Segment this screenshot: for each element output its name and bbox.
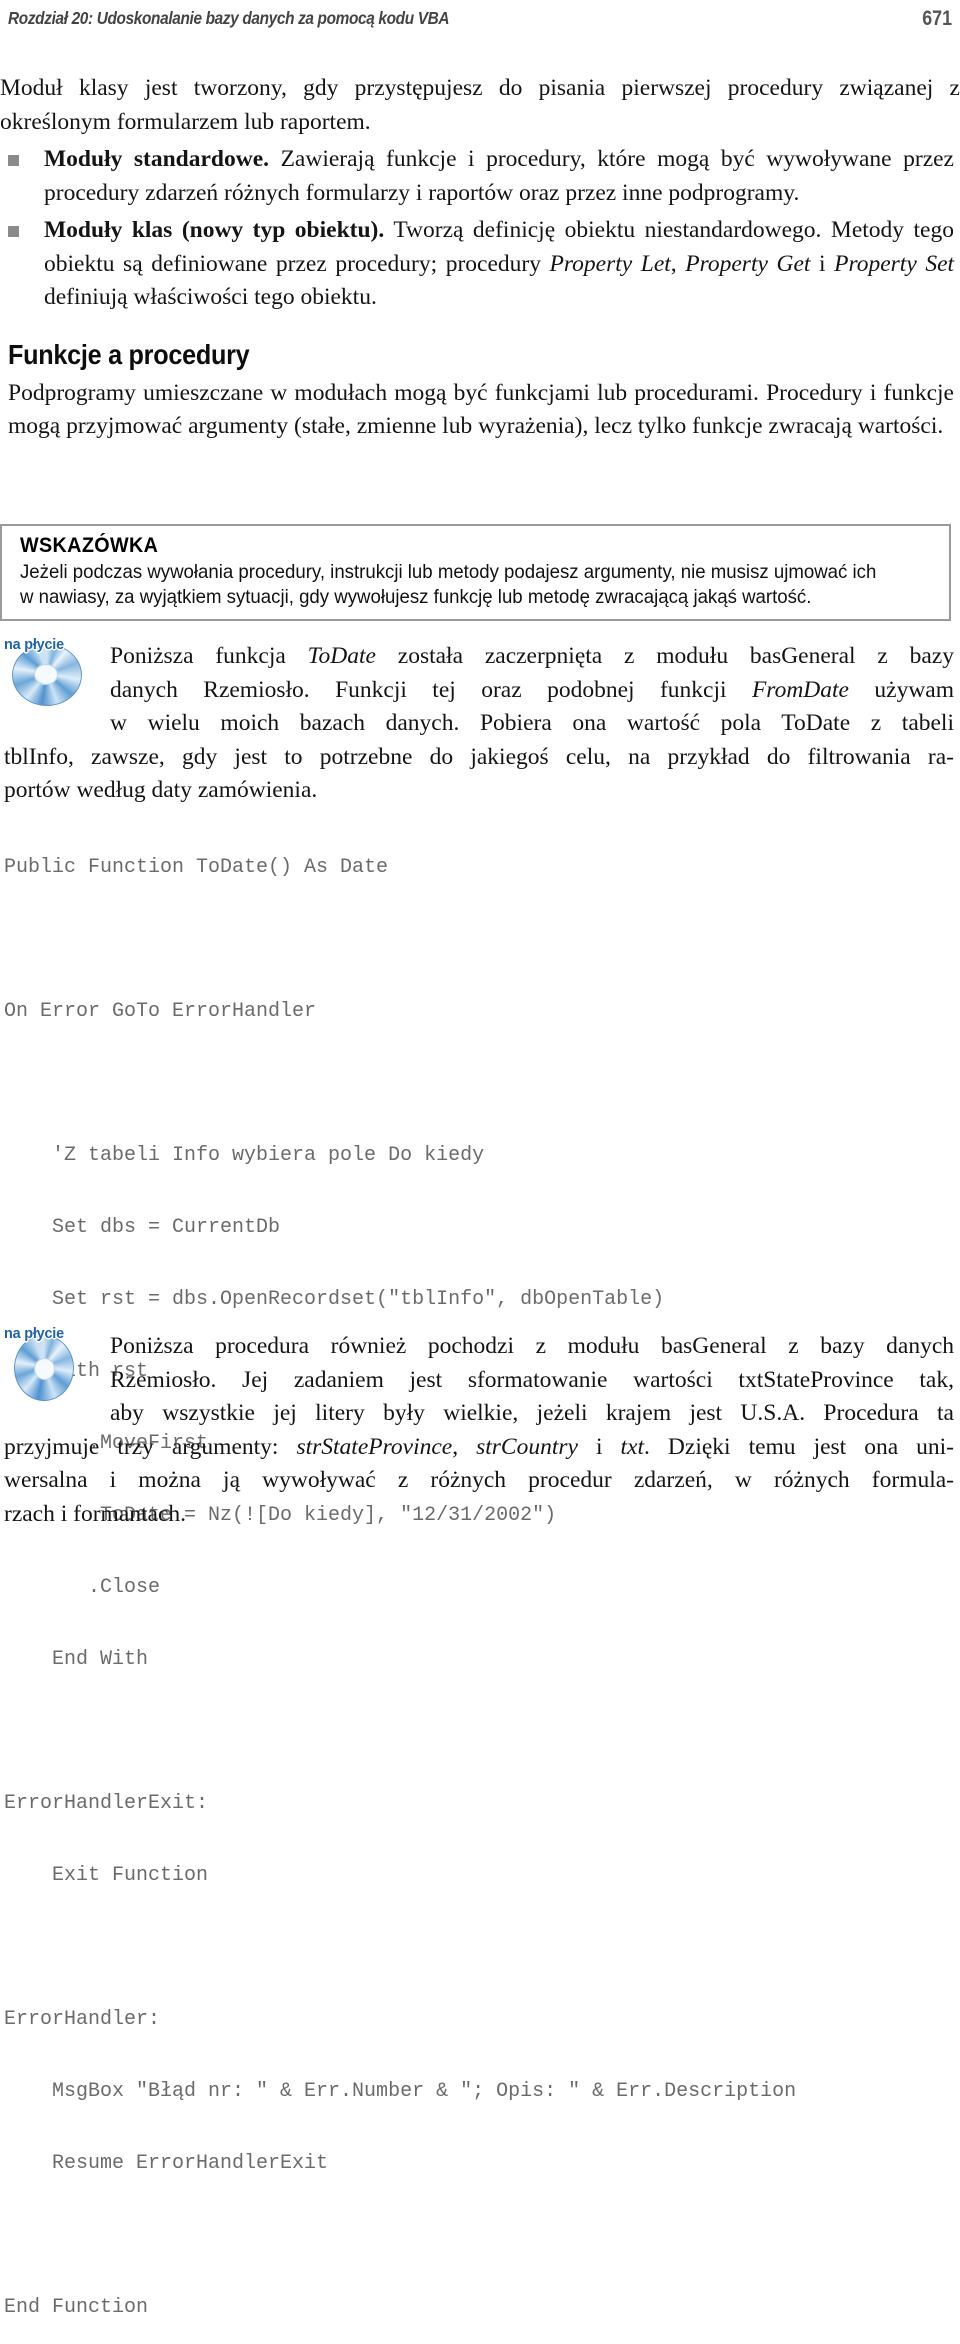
- cd-note-paragraph-1: Poniższa funkcja ToDate została zaczerpn…: [0, 640, 960, 808]
- tip-line-1: Jeżeli podczas wywołania procedury, inst…: [20, 561, 877, 583]
- code-line: MsgBox "Błąd nr: " & Err.Number & "; Opi…: [4, 2080, 797, 2103]
- cd1-line-5: portów według daty zamówienia.: [4, 777, 318, 803]
- code-listing: Public Function ToDate() As Date On Erro…: [4, 808, 796, 2344]
- term-property-let: Property Let: [549, 250, 671, 277]
- cd2-line-3: aby wszystkie jej litery były wielkie, j…: [110, 1400, 954, 1426]
- code-line: End Function: [4, 2296, 149, 2319]
- bullet-lead: Moduły standardowe.: [44, 146, 270, 172]
- code-line: .Close: [4, 1576, 161, 1599]
- term-property-get: Property Get: [685, 250, 811, 277]
- code-line: On Error GoTo ErrorHandler: [4, 1000, 317, 1023]
- cd2-line-5: wersalna i można ją wywoływać z różnych …: [4, 1467, 954, 1493]
- section-paragraph: Podprogramy umieszczane w modułach mogą …: [8, 379, 954, 440]
- cd2-line-2: Rzemiosło. Jej zadaniem jest sformatowan…: [110, 1366, 954, 1393]
- list-item: Moduły standardowe. Zawierają funkcje i …: [8, 143, 954, 210]
- main-content: Moduł klasy jest tworzony, gdy przystępu…: [0, 72, 960, 444]
- code-line: ErrorHandler:: [4, 2008, 161, 2031]
- bullet-body-4: definiują właściwości tego obiektu.: [44, 284, 377, 310]
- bullet-lead: Moduły klas (nowy typ obiektu).: [44, 217, 385, 243]
- term-todate: ToDate: [307, 643, 376, 669]
- tip-title: WSKAZÓWKA: [20, 534, 159, 557]
- bullet-text: Moduły klas (nowy typ obiektu). Tworzą d…: [44, 214, 954, 315]
- term-txt: txt: [620, 1433, 645, 1460]
- cd1-line-4: tblInfo, zawsze, gdy jest to potrzebne d…: [4, 743, 954, 770]
- code-line: 'Z tabeli Info wybiera pole Do kiedy: [4, 1144, 485, 1167]
- running-head: Rozdział 20: Udoskonalanie bazy danych z…: [8, 8, 450, 28]
- page-number: 671: [922, 7, 952, 30]
- code-line: ErrorHandlerExit:: [4, 1792, 209, 1815]
- term-strcountry: strCountry: [476, 1433, 578, 1460]
- section-heading: Funkcje a procedury: [8, 338, 250, 370]
- cd1-line-2: danych Rzemiosło. Funkcji tej oraz podob…: [110, 676, 954, 703]
- term-property-set: Property Set: [834, 250, 955, 277]
- cd2-line-4: przyjmuje trzy argumenty: strStateProvin…: [4, 1433, 955, 1460]
- cd1-line-1: Poniższa funkcja ToDate została zaczerpn…: [110, 643, 954, 669]
- cd1-line-3: w wielu moich bazach danych. Pobiera ona…: [110, 710, 954, 736]
- bullet-body-3: i: [810, 250, 835, 277]
- code-line: Public Function ToDate() As Date: [4, 856, 389, 879]
- code-line: End With: [4, 1648, 149, 1671]
- code-line: Resume ErrorHandlerExit: [4, 2152, 329, 2175]
- cd2-line-6: rzach i formantach.: [4, 1500, 187, 1527]
- bullet-text: Moduły standardowe. Zawierają funkcje i …: [44, 143, 954, 210]
- page-header: Rozdział 20: Udoskonalanie bazy danych z…: [8, 7, 952, 38]
- term-fromdate: FromDate: [751, 676, 849, 703]
- intro-paragraph: Moduł klasy jest tworzony, gdy przystępu…: [0, 75, 960, 135]
- code-line: Set dbs = CurrentDb: [4, 1216, 281, 1239]
- list-item: Moduły klas (nowy typ obiektu). Tworzą d…: [8, 214, 954, 315]
- tip-box: WSKAZÓWKA Jeżeli podczas wywołania proce…: [0, 524, 951, 621]
- square-bullet-icon: [8, 226, 19, 237]
- code-line: Exit Function: [4, 1864, 209, 1887]
- tip-line-2: w nawiasy, za wyjątkiem sytuacji, gdy wy…: [20, 586, 812, 608]
- term-strstateprovince: strStateProvince: [296, 1433, 453, 1460]
- square-bullet-icon: [8, 155, 19, 166]
- bullet-body-2: ,: [670, 250, 686, 277]
- cd-note-paragraph-2: Poniższa procedura również pochodzi z mo…: [0, 1330, 960, 1531]
- code-line: Set rst = dbs.OpenRecordset("tblInfo", d…: [4, 1288, 665, 1311]
- cd2-line-1: Poniższa procedura również pochodzi z mo…: [110, 1333, 954, 1359]
- tip-body: Jeżeli podczas wywołania procedury, inst…: [20, 560, 898, 610]
